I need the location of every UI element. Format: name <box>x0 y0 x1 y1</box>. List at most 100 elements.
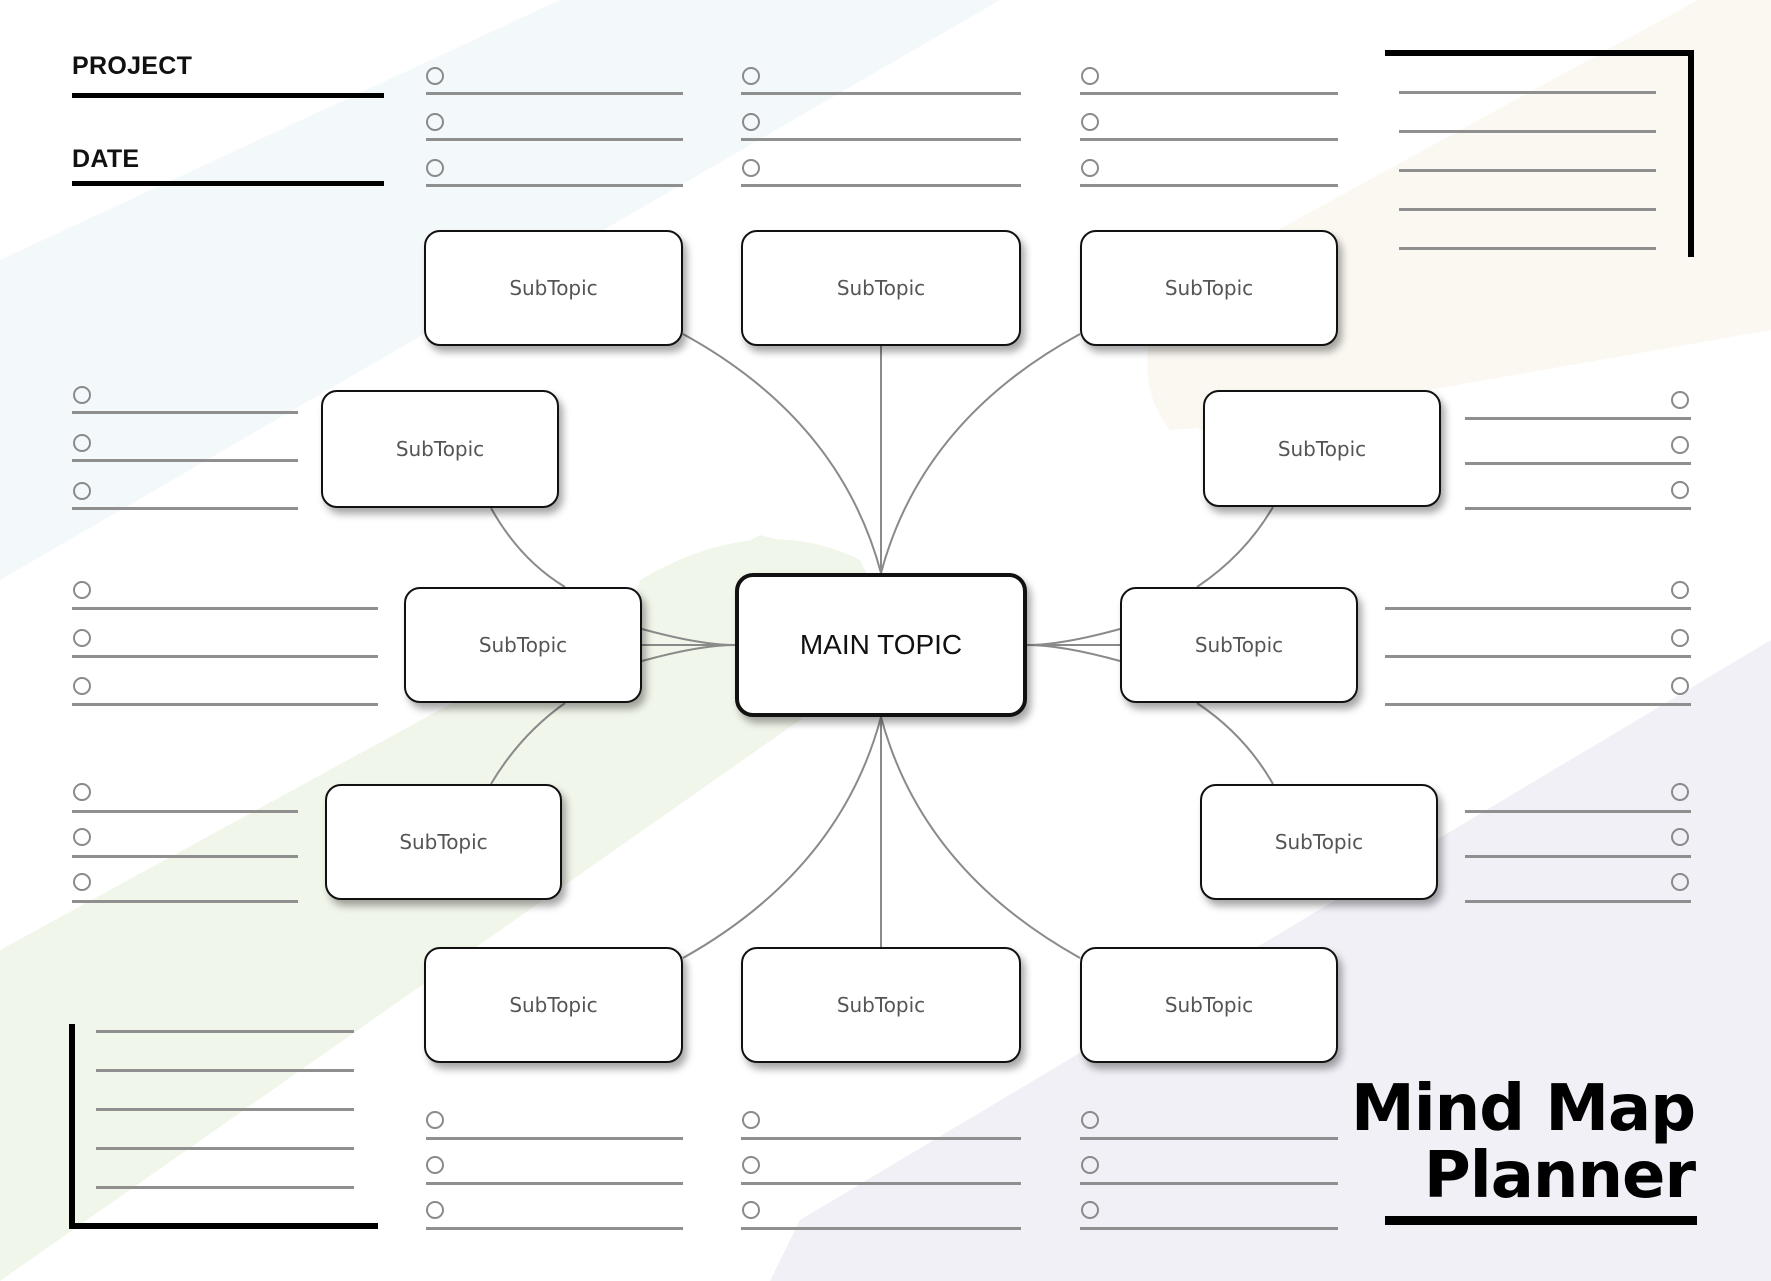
subtopic-box[interactable]: SubTopic <box>424 230 683 346</box>
checkbox-circle-icon[interactable] <box>73 482 91 500</box>
subtopic-box[interactable]: SubTopic <box>325 784 562 900</box>
subtopic-box[interactable]: SubTopic <box>1120 587 1358 703</box>
checklist-line[interactable] <box>1385 655 1691 658</box>
checklist-line[interactable] <box>72 507 298 510</box>
checklist-line[interactable] <box>72 655 378 658</box>
checklist-line[interactable] <box>72 810 298 813</box>
checkbox-circle-icon[interactable] <box>1671 828 1689 846</box>
checklist-line[interactable] <box>72 703 378 706</box>
checkbox-circle-icon[interactable] <box>1081 1111 1099 1129</box>
note-line[interactable] <box>1399 169 1656 172</box>
checkbox-circle-icon[interactable] <box>426 159 444 177</box>
checklist-line[interactable] <box>426 1182 683 1185</box>
checklist-line[interactable] <box>1080 184 1338 187</box>
checkbox-circle-icon[interactable] <box>1671 677 1689 695</box>
checklist-line[interactable] <box>72 459 298 462</box>
subtopic-box[interactable]: SubTopic <box>1080 947 1338 1063</box>
checkbox-circle-icon[interactable] <box>1081 67 1099 85</box>
subtopic-box[interactable]: SubTopic <box>321 390 559 508</box>
checkbox-circle-icon[interactable] <box>426 67 444 85</box>
checklist-line[interactable] <box>426 1137 683 1140</box>
notes-bracket-top <box>1385 50 1694 56</box>
checklist-line[interactable] <box>1080 92 1338 95</box>
main-topic-box[interactable]: MAIN TOPIC <box>735 573 1027 717</box>
note-line[interactable] <box>96 1147 354 1150</box>
note-line[interactable] <box>1399 208 1656 211</box>
checklist-line[interactable] <box>72 411 298 414</box>
checkbox-circle-icon[interactable] <box>73 386 91 404</box>
checkbox-circle-icon[interactable] <box>73 677 91 695</box>
checkbox-circle-icon[interactable] <box>742 159 760 177</box>
note-line[interactable] <box>96 1069 354 1072</box>
checkbox-circle-icon[interactable] <box>426 113 444 131</box>
checklist-line[interactable] <box>1080 138 1338 141</box>
checkbox-circle-icon[interactable] <box>1081 1201 1099 1219</box>
checklist-line[interactable] <box>1080 1182 1338 1185</box>
checklist-line[interactable] <box>72 607 378 610</box>
checkbox-circle-icon[interactable] <box>73 828 91 846</box>
checkbox-circle-icon[interactable] <box>742 1111 760 1129</box>
checklist-line[interactable] <box>426 184 683 187</box>
checkbox-circle-icon[interactable] <box>426 1201 444 1219</box>
checklist-line[interactable] <box>1465 810 1691 813</box>
checklist-line[interactable] <box>741 1182 1021 1185</box>
checklist-line[interactable] <box>1465 462 1691 465</box>
checklist-line[interactable] <box>1465 900 1691 903</box>
subtopic-box[interactable]: SubTopic <box>1200 784 1438 900</box>
checklist-line[interactable] <box>1465 417 1691 420</box>
checkbox-circle-icon[interactable] <box>73 434 91 452</box>
subtopic-box[interactable]: SubTopic <box>741 947 1021 1063</box>
subtopic-box[interactable]: SubTopic <box>404 587 642 703</box>
subtopic-box[interactable]: SubTopic <box>1080 230 1338 346</box>
subtopic-box[interactable]: SubTopic <box>1203 390 1441 507</box>
subtopic-box[interactable]: SubTopic <box>741 230 1021 346</box>
note-line[interactable] <box>96 1030 354 1033</box>
checklist-line[interactable] <box>741 1227 1021 1230</box>
checklist-line[interactable] <box>1385 703 1691 706</box>
checkbox-circle-icon[interactable] <box>742 1156 760 1174</box>
checkbox-circle-icon[interactable] <box>1671 481 1689 499</box>
checklist-line[interactable] <box>1385 607 1691 610</box>
checkbox-circle-icon[interactable] <box>1671 436 1689 454</box>
checklist-line[interactable] <box>426 1227 683 1230</box>
checkbox-circle-icon[interactable] <box>1671 629 1689 647</box>
checkbox-circle-icon[interactable] <box>1671 581 1689 599</box>
checkbox-circle-icon[interactable] <box>73 629 91 647</box>
checkbox-circle-icon[interactable] <box>742 1201 760 1219</box>
checklist-line[interactable] <box>72 900 298 903</box>
checkbox-circle-icon[interactable] <box>742 67 760 85</box>
checkbox-circle-icon[interactable] <box>426 1111 444 1129</box>
subtopic-label: SubTopic <box>1194 633 1284 657</box>
checkbox-circle-icon[interactable] <box>73 873 91 891</box>
checklist-line[interactable] <box>741 92 1021 95</box>
checklist-line[interactable] <box>741 138 1021 141</box>
checkbox-circle-icon[interactable] <box>1671 783 1689 801</box>
note-line[interactable] <box>1399 130 1656 133</box>
checkbox-circle-icon[interactable] <box>1671 873 1689 891</box>
note-line[interactable] <box>96 1186 354 1189</box>
checklist-line[interactable] <box>72 855 298 858</box>
note-line[interactable] <box>1399 91 1656 94</box>
checklist-line[interactable] <box>1465 507 1691 510</box>
checkbox-circle-icon[interactable] <box>742 113 760 131</box>
checkbox-circle-icon[interactable] <box>73 783 91 801</box>
checklist-line[interactable] <box>1080 1137 1338 1140</box>
subtopic-label: SubTopic <box>1164 993 1254 1017</box>
checklist-line[interactable] <box>741 1137 1021 1140</box>
note-line[interactable] <box>1399 247 1656 250</box>
checkbox-circle-icon[interactable] <box>73 581 91 599</box>
checklist-line[interactable] <box>1465 855 1691 858</box>
checklist-line[interactable] <box>1080 1227 1338 1230</box>
checkbox-circle-icon[interactable] <box>1081 1156 1099 1174</box>
checklist-line[interactable] <box>426 138 683 141</box>
project-field[interactable] <box>72 93 384 98</box>
checkbox-circle-icon[interactable] <box>1081 113 1099 131</box>
checklist-line[interactable] <box>426 92 683 95</box>
checkbox-circle-icon[interactable] <box>1081 159 1099 177</box>
note-line[interactable] <box>96 1108 354 1111</box>
checklist-line[interactable] <box>741 184 1021 187</box>
checkbox-circle-icon[interactable] <box>426 1156 444 1174</box>
date-field[interactable] <box>72 181 384 186</box>
checkbox-circle-icon[interactable] <box>1671 391 1689 409</box>
subtopic-box[interactable]: SubTopic <box>424 947 683 1063</box>
